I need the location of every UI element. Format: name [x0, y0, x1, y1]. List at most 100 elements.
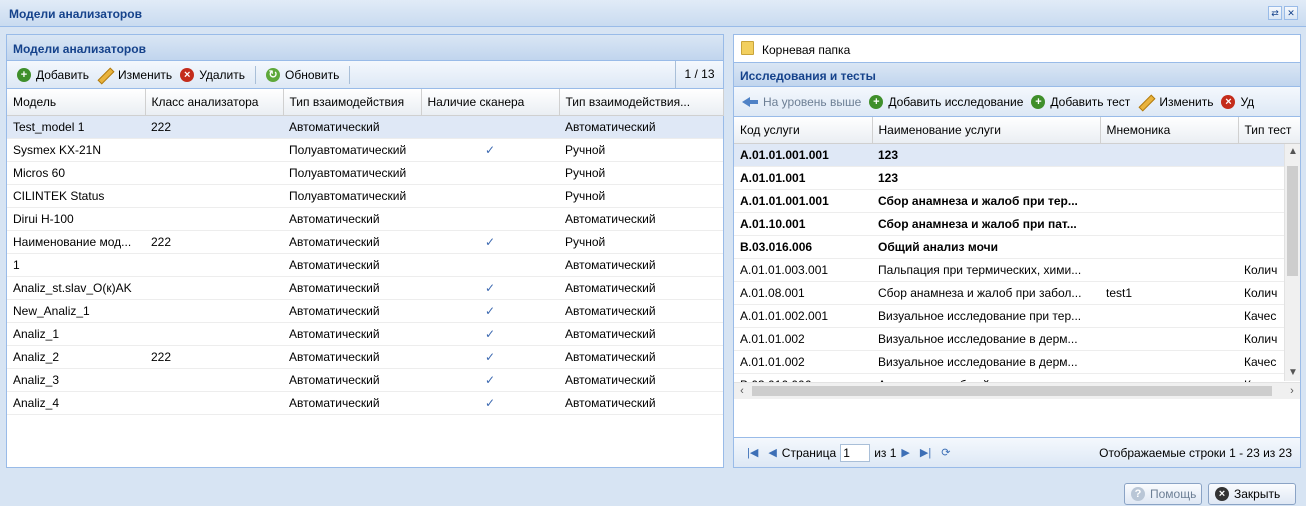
help-button[interactable]: ? Помощь: [1124, 483, 1202, 505]
cell-interaction-2: Автоматический: [559, 115, 723, 139]
folder-label: Корневая папка: [762, 43, 851, 57]
table-row[interactable]: 1 Автоматический Автоматический: [7, 253, 723, 277]
cell-mnemonic: [1100, 327, 1238, 351]
cell-model: Analiz_3: [7, 368, 145, 392]
column-header[interactable]: Наименование услуги: [872, 117, 1101, 144]
table-row[interactable]: Micros 60 Полуавтоматический Ручной: [7, 161, 723, 185]
delete-icon: ×: [1221, 94, 1236, 109]
level-up-button[interactable]: На уровень выше: [738, 91, 865, 113]
delete-label: Удалить: [199, 67, 246, 82]
cell-scanner: ✓: [421, 345, 559, 369]
cell-class: 222: [145, 345, 283, 369]
table-row[interactable]: A.01.01.002 Визуальное исследование в дер…: [734, 350, 1300, 374]
scroll-left-icon[interactable]: ‹: [734, 383, 750, 399]
scroll-down-icon[interactable]: ▼: [1285, 365, 1300, 381]
table-row[interactable]: New_Analiz_1 Автоматический ✓ Автоматически…: [7, 299, 723, 323]
table-row[interactable]: A.01.01.001 123: [734, 166, 1300, 190]
cell-class: [145, 299, 283, 323]
column-header[interactable]: Модель: [7, 89, 146, 116]
table-row[interactable]: A.01.08.001 Сбор анамнеза и жалоб при заб…: [734, 281, 1300, 305]
cell-scanner: ✓: [421, 391, 559, 415]
column-header[interactable]: Наличие сканера: [421, 89, 560, 116]
table-row[interactable]: Analiz_1 Автоматический ✓ Автоматический: [7, 322, 723, 346]
table-row[interactable]: Sysmex KX-21N Полуавтоматический ✓ Ручной: [7, 138, 723, 162]
cell-class: [145, 161, 283, 185]
table-row[interactable]: Analiz_4 Автоматический ✓ Автоматический: [7, 391, 723, 415]
delete-icon: ×: [180, 67, 195, 82]
cell-code: A.01.01.001.001: [734, 189, 872, 213]
cell-scanner: [421, 115, 559, 139]
cell-code: A.01.01.002.001: [734, 304, 872, 328]
refresh-button[interactable]: ↻ Обновить: [262, 64, 343, 86]
cell-model: New_Analiz_1: [7, 299, 145, 323]
cell-interaction: Полуавтоматический: [283, 184, 421, 208]
horizontal-scroll-thumb[interactable]: [752, 386, 1272, 396]
cell-interaction: Автоматический: [283, 276, 421, 300]
refresh-icon[interactable]: ⟳: [941, 446, 950, 459]
cell-code: A.01.01.002: [734, 350, 872, 374]
horizontal-scrollbar[interactable]: ‹ ›: [734, 382, 1300, 399]
table-row[interactable]: Analiz_st.slav_O(к)AK Автоматический ✓ Авто…: [7, 276, 723, 300]
column-header[interactable]: Класс анализатора: [145, 89, 284, 116]
table-row[interactable]: Analiz_3 Автоматический ✓ Автоматический: [7, 368, 723, 392]
table-row[interactable]: A.01.01.001.001 123: [734, 143, 1300, 167]
edit-test-button[interactable]: Изменить: [1134, 91, 1217, 113]
add-study-button[interactable]: + Добавить исследование: [865, 91, 1027, 113]
close-icon[interactable]: ✕: [1284, 6, 1298, 20]
cell-class: [145, 207, 283, 231]
table-row[interactable]: A.01.01.002 Визуальное исследование в дер…: [734, 327, 1300, 351]
scroll-right-icon[interactable]: ›: [1284, 383, 1300, 399]
cell-scanner: ✓: [421, 138, 559, 162]
cell-name: Сбор анамнеза и жалоб при забол...: [872, 281, 1100, 305]
tests-panel-title: Исследования и тесты: [740, 69, 876, 83]
first-page-icon[interactable]: |◀: [747, 446, 758, 459]
cell-interaction-2: Автоматический: [559, 207, 723, 231]
column-header[interactable]: Тип тест: [1238, 117, 1300, 144]
next-page-icon[interactable]: ▶: [901, 446, 909, 459]
cell-mnemonic: [1100, 350, 1238, 374]
cell-code: B.03.016.006: [734, 235, 872, 259]
table-row[interactable]: A.01.10.001 Сбор анамнеза и жалоб при пат…: [734, 212, 1300, 236]
vertical-scrollbar[interactable]: ▲ ▼: [1284, 144, 1300, 381]
table-row[interactable]: Наименование мод... 222 Автоматический ✓ Руч…: [7, 230, 723, 254]
table-row[interactable]: A.01.01.001.001 Сбор анамнеза и жалоб при…: [734, 189, 1300, 213]
cell-class: [145, 184, 283, 208]
cell-interaction-2: Автоматический: [559, 391, 723, 415]
table-row[interactable]: CILINTEK Status Полуавтоматический Ручной: [7, 184, 723, 208]
table-row[interactable]: A.01.01.003.001 Пальпация при термических…: [734, 258, 1300, 282]
table-row[interactable]: B.03.016.006 Общий анализ мочи: [734, 235, 1300, 259]
table-row[interactable]: Analiz_2 222 Автоматический ✓ Автоматический: [7, 345, 723, 369]
cell-interaction-2: Автоматический: [559, 276, 723, 300]
folder-breadcrumb[interactable]: Корневая папка: [734, 35, 1300, 63]
table-row[interactable]: A.01.01.002.001 Визуальное исследование п…: [734, 304, 1300, 328]
scroll-up-icon[interactable]: ▲: [1285, 144, 1300, 160]
close-button[interactable]: × Закрыть: [1208, 483, 1296, 505]
cell-mnemonic: [1100, 304, 1238, 328]
tests-grid: Код услуги Наименование услуги Мнемоника…: [734, 117, 1300, 397]
delete-test-button[interactable]: × Уд: [1217, 91, 1258, 113]
table-row[interactable]: Test_model 1 222 Автоматический Автоматичес…: [7, 115, 723, 139]
close-circle-icon: ×: [1215, 487, 1229, 501]
column-header[interactable]: Код услуги: [734, 117, 873, 144]
add-label: Добавить: [36, 67, 90, 82]
analyzer-models-window: Модели анализаторов ⇄ ✕ Модели анализато…: [0, 0, 1306, 506]
cell-scanner: ✓: [421, 322, 559, 346]
add-test-button[interactable]: + Добавить тест: [1027, 91, 1134, 113]
column-header[interactable]: Тип взаимодействия...: [559, 89, 724, 116]
cell-mnemonic: [1100, 189, 1238, 213]
page-input[interactable]: 1: [840, 443, 871, 462]
cell-interaction: Автоматический: [283, 322, 421, 346]
vertical-scroll-thumb[interactable]: [1287, 166, 1298, 276]
edit-button[interactable]: Изменить: [93, 64, 176, 86]
table-row[interactable]: Dirui H-100 Автоматический Автоматический: [7, 207, 723, 231]
prev-page-icon[interactable]: ◀: [768, 446, 776, 459]
column-header[interactable]: Тип взаимодействия: [283, 89, 422, 116]
delete-button[interactable]: × Удалить: [176, 64, 249, 86]
plus-icon: +: [17, 67, 31, 82]
level-up-label: На уровень выше: [763, 94, 862, 109]
tests-toolbar: На уровень выше + Добавить исследование +…: [734, 87, 1300, 117]
last-page-icon[interactable]: ▶|: [920, 446, 931, 459]
column-header[interactable]: Мнемоника: [1100, 117, 1239, 144]
restore-icon[interactable]: ⇄: [1268, 6, 1282, 20]
add-button[interactable]: + Добавить: [13, 64, 93, 86]
